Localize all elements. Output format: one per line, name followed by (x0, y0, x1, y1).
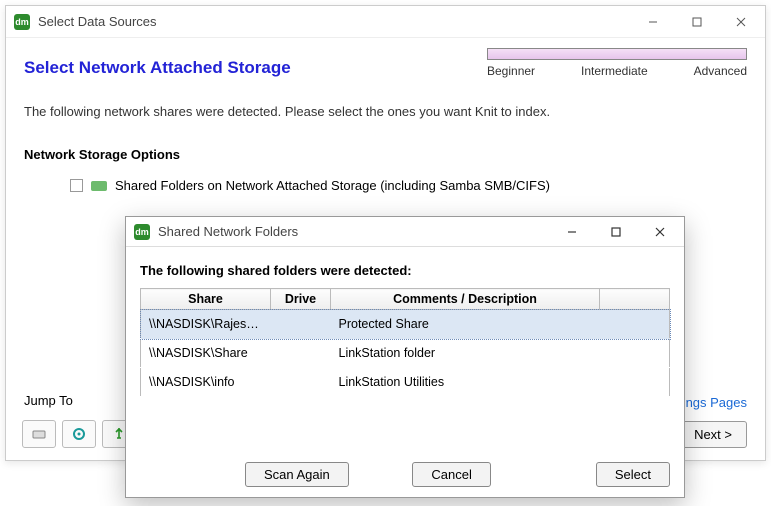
cell-spacer (600, 339, 670, 368)
nas-folder-icon (91, 181, 107, 191)
table-row[interactable]: \\NASDISK\Share LinkStation folder (141, 339, 670, 368)
cell-drive (271, 368, 331, 397)
select-button[interactable]: Select (596, 462, 670, 487)
window-title: Select Data Sources (38, 14, 631, 29)
close-button[interactable] (719, 7, 763, 37)
jump-optical-button[interactable] (62, 420, 96, 448)
minimize-button[interactable] (631, 7, 675, 37)
level-beginner: Beginner (487, 64, 535, 78)
modal-maximize-button[interactable] (594, 217, 638, 247)
maximize-button[interactable] (675, 7, 719, 37)
modal-title: Shared Network Folders (158, 224, 550, 239)
cell-drive (271, 310, 331, 339)
modal-intro: The following shared folders were detect… (140, 263, 670, 278)
main-titlebar: dm Select Data Sources (6, 6, 765, 38)
cell-share: \\NASDISK\Share (141, 339, 271, 368)
nas-checkbox[interactable] (70, 179, 83, 192)
cell-desc: LinkStation Utilities (331, 368, 600, 397)
cell-spacer (600, 368, 670, 397)
next-button[interactable]: Next > (679, 421, 747, 448)
difficulty-bar (487, 48, 747, 60)
col-drive[interactable]: Drive (271, 289, 331, 310)
col-share[interactable]: Share (141, 289, 271, 310)
nas-option-label: Shared Folders on Network Attached Stora… (115, 178, 550, 193)
cancel-button[interactable]: Cancel (412, 462, 490, 487)
col-spacer (600, 289, 670, 310)
cell-drive (271, 339, 331, 368)
intro-text: The following network shares were detect… (24, 104, 747, 119)
col-desc[interactable]: Comments / Description (331, 289, 600, 310)
settings-pages-link[interactable]: ngs Pages (686, 395, 747, 410)
shared-folders-dialog: dm Shared Network Folders The following … (125, 216, 685, 498)
scan-again-button[interactable]: Scan Again (245, 462, 349, 487)
cell-spacer (600, 310, 670, 339)
section-title: Network Storage Options (24, 147, 747, 162)
shares-table: Share Drive Comments / Description \\NAS… (140, 288, 670, 397)
modal-close-button[interactable] (638, 217, 682, 247)
table-row[interactable]: \\NASDISK\info LinkStation Utilities (141, 368, 670, 397)
modal-minimize-button[interactable] (550, 217, 594, 247)
table-row[interactable]: \\NASDISK\Rajes… Protected Share (141, 310, 670, 339)
cell-share: \\NASDISK\Rajes… (141, 310, 271, 339)
jump-disk-button[interactable] (22, 420, 56, 448)
table-header: Share Drive Comments / Description (141, 289, 670, 310)
cell-desc: Protected Share (331, 310, 600, 339)
level-advanced: Advanced (694, 64, 747, 78)
difficulty-slider[interactable]: Beginner Intermediate Advanced (487, 48, 747, 78)
app-icon: dm (14, 14, 30, 30)
jump-to-label: Jump To (24, 393, 73, 408)
app-icon: dm (134, 224, 150, 240)
level-intermediate: Intermediate (581, 64, 648, 78)
modal-titlebar: dm Shared Network Folders (126, 217, 684, 247)
cell-desc: LinkStation folder (331, 339, 600, 368)
cell-share: \\NASDISK\info (141, 368, 271, 397)
